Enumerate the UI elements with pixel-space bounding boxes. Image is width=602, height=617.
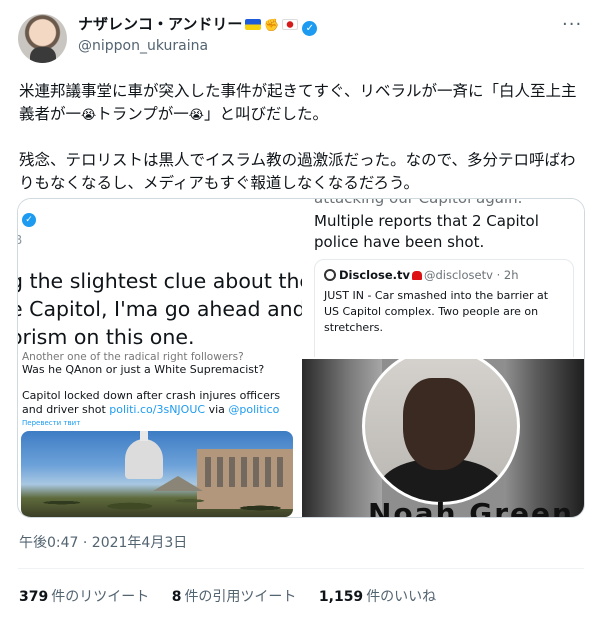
quote-tweets-label: 件の引用ツイート: [184, 589, 297, 605]
quoted-tweet-body: JUST IN - Car smashed into the barrier a…: [324, 289, 549, 334]
portrait-circle: [362, 359, 520, 505]
screenshot-line: Was he QAnon or just a White Supremacist…: [22, 363, 265, 376]
handshake-icon: ✊: [264, 18, 280, 32]
quoted-author-name: Disclose.tv: [339, 268, 410, 282]
capitol-photo: [21, 431, 293, 517]
screenshot-line: Capitol locked down after crash injures …: [22, 389, 292, 417]
likes-label: 件のいいね: [366, 589, 437, 605]
translate-label: Перевести твит: [22, 419, 81, 427]
avatar[interactable]: [18, 14, 67, 63]
media-grid[interactable]: ✓ B g the slightest clue about the e Cap…: [17, 198, 585, 518]
screenshot-link: politi.co/3sNJOUC: [109, 403, 206, 416]
crying-face-icon: 😭: [81, 108, 97, 123]
quoted-author-handle: @disclosetv · 2h: [424, 268, 519, 282]
verified-badge-icon: ✓: [302, 21, 318, 36]
japan-flag-icon: [282, 19, 299, 30]
tweet-text-segment: 」と叫びだした。: [203, 105, 328, 123]
tweet-paragraph-2: 残念、テロリストは黒人でイスラム教の過激派だった。なので、多分テロ呼ばわりもなく…: [19, 151, 576, 192]
screenshot-line: g the slightest clue about the: [17, 269, 313, 293]
tweet-text: 米連邦議事堂に車が突入した事件が起きてすぐ、リベラルが一斉に「白人至上主義者が一…: [19, 80, 584, 217]
retweets-count: 379: [19, 589, 49, 605]
trees: [21, 481, 293, 517]
screenshot-cut-line: Another one of the radical right followe…: [22, 351, 244, 363]
author-name[interactable]: ナザレンコ・アンドリー: [78, 15, 242, 33]
disclose-logo-icon: [324, 269, 336, 281]
likes-count: 1,159: [318, 589, 364, 605]
capitol-dome: [125, 431, 163, 479]
author-handle[interactable]: @nippon_ukuraina: [78, 38, 208, 54]
quote-tweets-count: 8: [171, 589, 182, 605]
quote-tweets-stat[interactable]: 8 件の引用ツイート: [172, 586, 297, 606]
quoted-tweet-card: Disclose.tv @disclosetv · 2h JUST IN - Ca…: [314, 259, 574, 366]
tweet-text-segment: トランプが一: [96, 105, 189, 123]
screenshot-text: via: [205, 403, 229, 416]
tweet-paragraph-1: 米連邦議事堂に車が突入した事件が起きてすぐ、リベラルが一斉に「白人至上主義者が一…: [19, 80, 584, 127]
screenshot-fragment: B: [18, 233, 22, 247]
retweets-stat[interactable]: 379 件のリツイート: [19, 586, 149, 606]
author-name-row[interactable]: ナザレンコ・アンドリー ✊ ✓: [78, 13, 318, 36]
more-options-icon[interactable]: ···: [562, 14, 582, 35]
media-image-4[interactable]: Noah Green: [302, 357, 584, 517]
media-image-3[interactable]: Another one of the radical right followe…: [18, 351, 301, 517]
screenshot-big-text: g the slightest clue about the e Capitol…: [17, 267, 313, 351]
engagement-stats: 379 件のリツイート 8 件の引用ツイート 1,159 件のいいね: [19, 586, 454, 606]
media-image-2[interactable]: attacking our Capitol again. Multiple re…: [302, 198, 584, 366]
retweets-label: 件のリツイート: [51, 589, 150, 605]
media-image-1[interactable]: ✓ B g the slightest clue about the e Cap…: [18, 199, 312, 357]
likes-stat[interactable]: 1,159 件のいいね: [319, 586, 436, 606]
ukraine-flag-icon: [245, 19, 262, 30]
siren-icon: [412, 271, 422, 280]
divider: [18, 568, 584, 569]
screenshot-mention: @politico: [228, 403, 280, 416]
tweet-timestamp[interactable]: 午後0:47 · 2021年4月3日: [19, 532, 187, 552]
portrait-face: [403, 378, 475, 470]
screenshot-text: Multiple reports that 2 Capitol police h…: [314, 212, 539, 251]
crying-face-icon: 😭: [188, 108, 204, 123]
screenshot-line: e Capitol, I'ma go ahead and: [17, 297, 306, 321]
screenshot-cut-line: attacking our Capitol again.: [314, 198, 523, 207]
portrait-name-caption: Noah Green: [368, 497, 574, 517]
verified-badge-icon: ✓: [22, 213, 36, 227]
quoted-tweet-header: Disclose.tv @disclosetv · 2h: [324, 268, 519, 282]
screenshot-line: orism on this one.: [17, 325, 195, 349]
